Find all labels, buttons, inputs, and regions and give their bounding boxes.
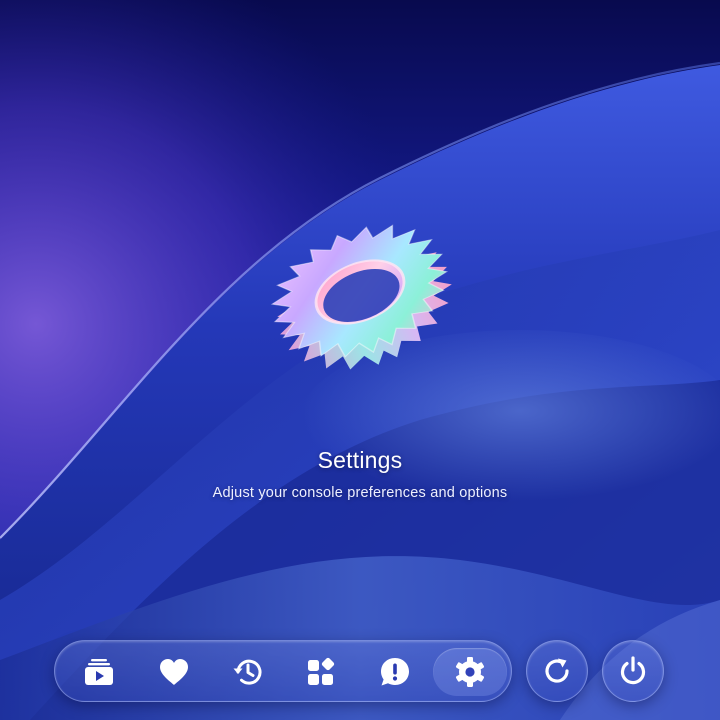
media-library-icon — [85, 659, 113, 685]
history-icon — [233, 659, 262, 685]
heart-icon — [160, 659, 188, 685]
restart-button[interactable] — [526, 640, 588, 702]
gear-icon — [455, 657, 485, 687]
alert-bubble-icon — [381, 658, 409, 686]
dock-item-alerts[interactable] — [371, 648, 419, 696]
page-subtitle: Adjust your console preferences and opti… — [212, 485, 508, 501]
apps-grid-icon — [308, 657, 335, 685]
page-title: Settings — [317, 447, 403, 473]
dock-item-settings[interactable] — [433, 648, 507, 696]
power-button[interactable] — [602, 640, 664, 702]
settings-gear-illustration — [270, 224, 452, 370]
power-icon — [620, 656, 646, 685]
settings-screen: Settings Adjust your console preferences… — [0, 0, 720, 720]
dock-item-history[interactable] — [224, 648, 272, 696]
restart-icon — [545, 658, 569, 683]
dock-item-favorites[interactable] — [150, 648, 198, 696]
bottom-dock — [54, 640, 512, 702]
title-block: Settings Adjust your console preferences… — [0, 447, 720, 501]
dock-item-library[interactable] — [75, 648, 123, 696]
dock-item-apps[interactable] — [297, 648, 345, 696]
